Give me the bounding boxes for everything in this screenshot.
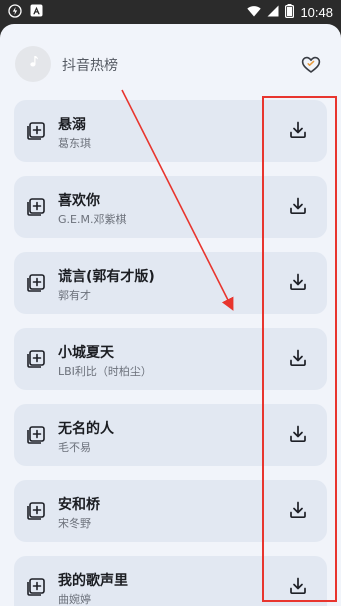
download-icon[interactable] bbox=[288, 424, 308, 444]
status-left-icons bbox=[8, 3, 43, 21]
notification-icon bbox=[30, 4, 43, 20]
download-icon[interactable] bbox=[288, 576, 308, 596]
signal-icon bbox=[267, 5, 279, 20]
sheet-header: 抖音热榜 bbox=[0, 24, 341, 96]
download-icon[interactable] bbox=[288, 348, 308, 368]
song-title: 无名的人 bbox=[58, 421, 114, 437]
add-to-playlist-icon[interactable] bbox=[26, 425, 46, 445]
list-item[interactable]: 喜欢你 G.E.M.邓紫棋 bbox=[14, 176, 327, 238]
song-artist: G.E.M.邓紫棋 bbox=[58, 213, 127, 226]
heart-icon[interactable] bbox=[301, 55, 321, 75]
song-title: 小城夏天 bbox=[58, 345, 114, 361]
music-note-icon bbox=[25, 54, 41, 74]
add-to-playlist-icon[interactable] bbox=[26, 349, 46, 369]
song-artist: 曲婉婷 bbox=[58, 593, 91, 606]
song-title: 喜欢你 bbox=[58, 193, 100, 209]
download-icon[interactable] bbox=[288, 196, 308, 216]
song-artist: LBI利比（时柏尘） bbox=[58, 365, 152, 378]
song-artist: 宋冬野 bbox=[58, 517, 91, 530]
status-time: 10:48 bbox=[300, 4, 333, 20]
song-title: 谎言(郭有才版) bbox=[58, 269, 155, 285]
download-icon[interactable] bbox=[288, 120, 308, 140]
add-to-playlist-icon[interactable] bbox=[26, 577, 46, 597]
download-icon[interactable] bbox=[288, 500, 308, 520]
bottom-sheet: 抖音热榜 悬溺 葛东琪 喜欢你 G.E.M.邓紫棋 谎言(郭有才版) 郭有才 小… bbox=[0, 24, 341, 606]
song-artist: 葛东琪 bbox=[58, 137, 91, 150]
add-to-playlist-icon[interactable] bbox=[26, 273, 46, 293]
list-item[interactable]: 小城夏天 LBI利比（时柏尘） bbox=[14, 328, 327, 390]
list-item[interactable]: 安和桥 宋冬野 bbox=[14, 480, 327, 542]
status-right-icons: 10:48 bbox=[247, 3, 333, 21]
song-title: 悬溺 bbox=[58, 117, 86, 133]
add-to-playlist-icon[interactable] bbox=[26, 197, 46, 217]
song-title: 安和桥 bbox=[58, 497, 100, 513]
add-to-playlist-icon[interactable] bbox=[26, 121, 46, 141]
list-item[interactable]: 谎言(郭有才版) 郭有才 bbox=[14, 252, 327, 314]
list-item[interactable]: 悬溺 葛东琪 bbox=[14, 100, 327, 162]
page-title: 抖音热榜 bbox=[62, 58, 118, 74]
flash-icon bbox=[8, 3, 22, 21]
status-bar: 10:48 bbox=[0, 0, 341, 24]
add-to-playlist-icon[interactable] bbox=[26, 501, 46, 521]
song-artist: 郭有才 bbox=[58, 289, 91, 302]
song-list: 悬溺 葛东琪 喜欢你 G.E.M.邓紫棋 谎言(郭有才版) 郭有才 小城夏天 L… bbox=[14, 100, 327, 606]
download-icon[interactable] bbox=[288, 272, 308, 292]
song-artist: 毛不易 bbox=[58, 441, 91, 454]
avatar[interactable] bbox=[15, 46, 51, 82]
battery-icon bbox=[285, 3, 295, 21]
list-item[interactable]: 无名的人 毛不易 bbox=[14, 404, 327, 466]
list-item[interactable]: 我的歌声里 曲婉婷 bbox=[14, 556, 327, 606]
wifi-icon bbox=[247, 5, 262, 20]
song-title: 我的歌声里 bbox=[58, 573, 128, 589]
